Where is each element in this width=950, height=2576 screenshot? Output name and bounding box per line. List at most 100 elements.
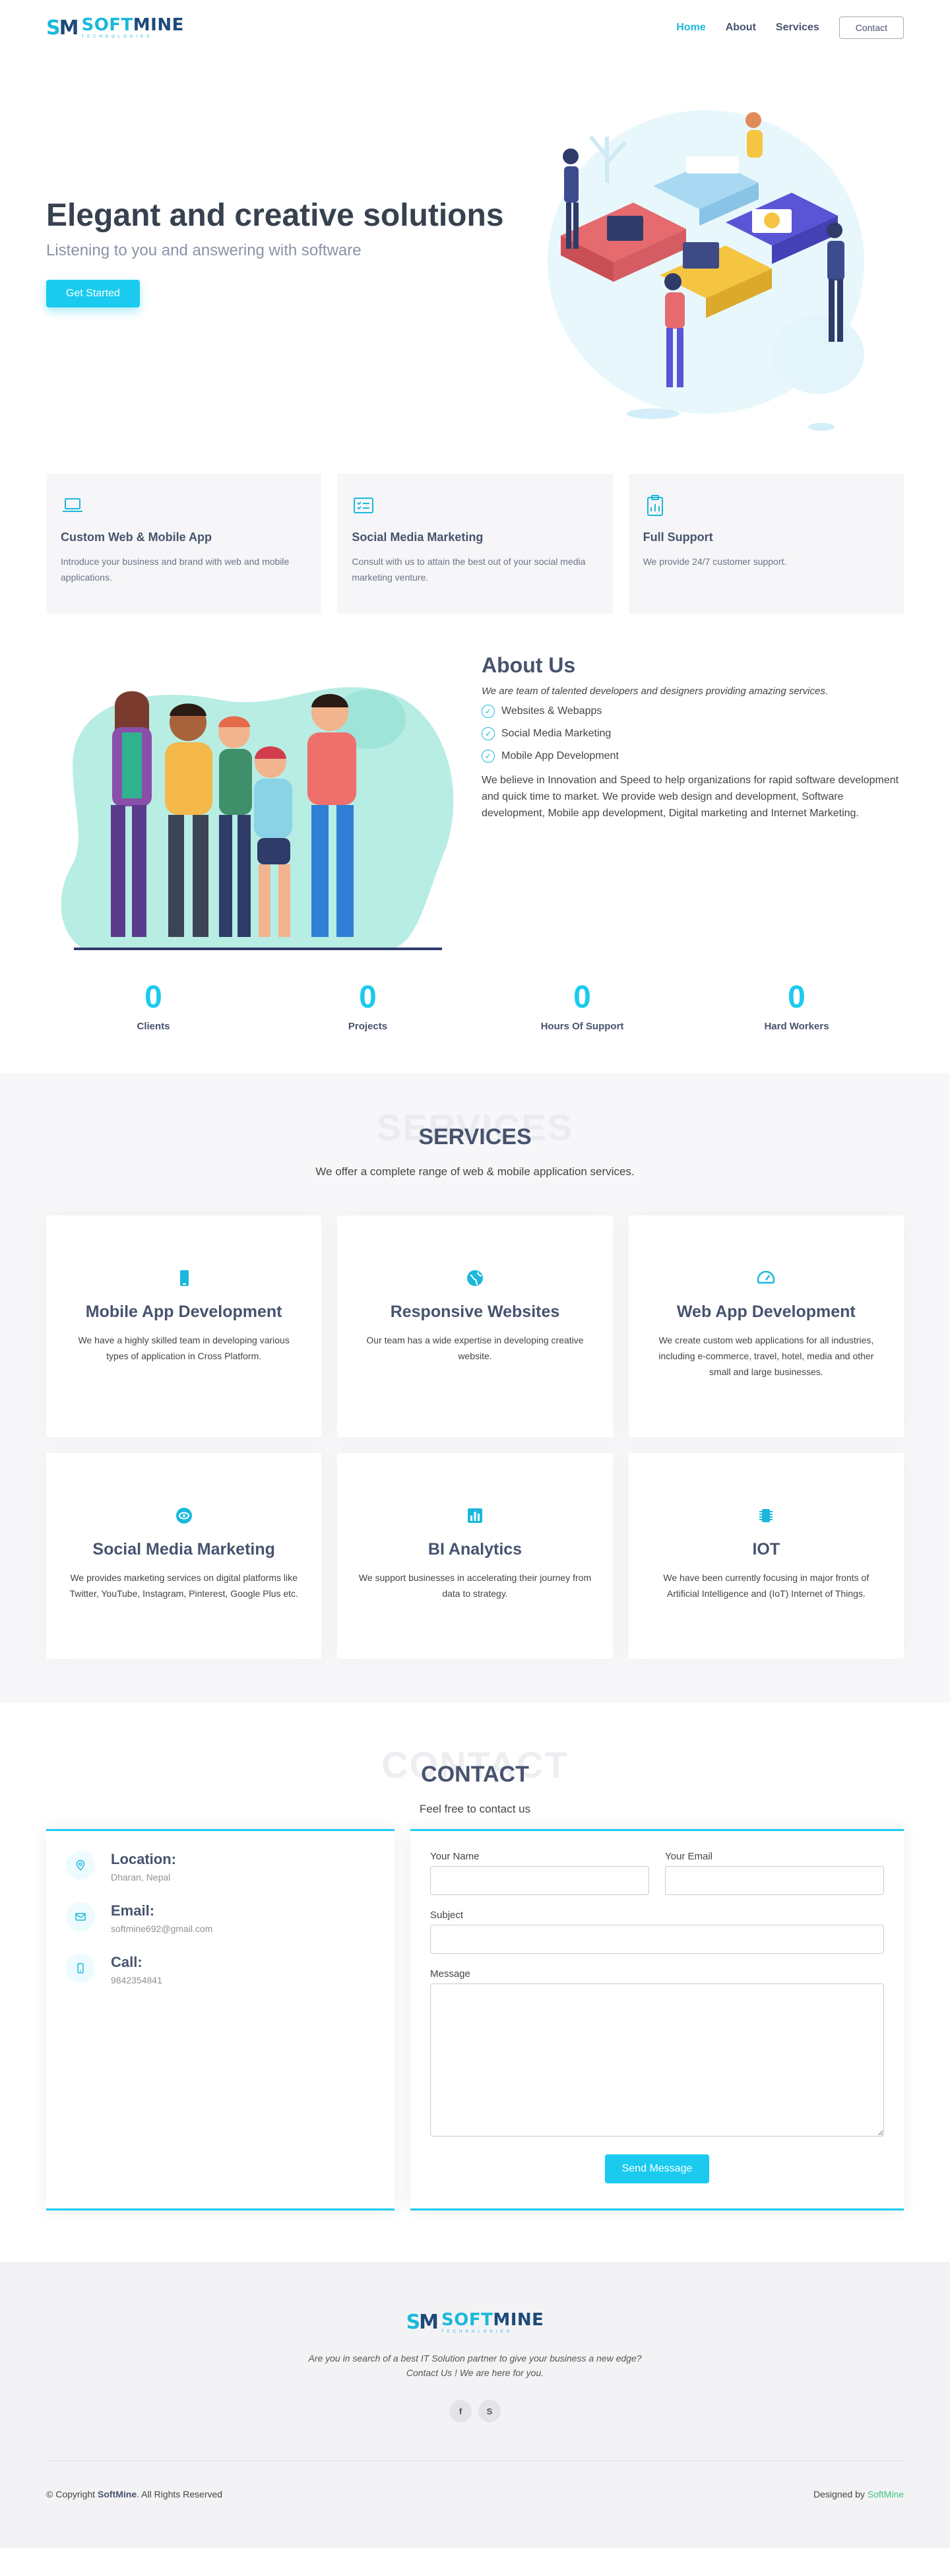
counts-section: 0 Clients 0 Projects 0 Hours Of Support 0 Ha… <box>0 955 950 1073</box>
service-card[interactable]: Social Media Marketing We provides marke… <box>46 1453 322 1659</box>
designed-by: Designed by SoftMine <box>813 2489 904 2499</box>
logo-mark: SM <box>406 2311 439 2334</box>
globe-icon <box>464 1267 486 1289</box>
service-text: We support businesses in accelerating th… <box>358 1572 592 1599</box>
nav-home[interactable]: Home <box>676 22 705 34</box>
feature-text: Consult with us to attain the best out o… <box>352 556 586 583</box>
phone-icon <box>173 1267 195 1289</box>
subject-label: Subject <box>430 1910 464 1921</box>
nav-services[interactable]: Services <box>776 22 819 34</box>
list-item: ✓ Websites & Webapps <box>482 705 904 718</box>
email-field[interactable] <box>665 1866 884 1895</box>
count-item: 0 Clients <box>75 979 233 1032</box>
hero-subtitle: Listening to you and answering with soft… <box>46 242 362 259</box>
service-title: Mobile App Development <box>85 1303 282 1321</box>
contact-subtitle: Feel free to contact us <box>419 1803 531 1815</box>
check-circle-icon: ✓ <box>482 705 495 718</box>
services-section: SERVICES SERVICES We offer a complete ra… <box>0 1073 950 1702</box>
count-item: 0 Projects <box>289 979 447 1032</box>
about-title: About Us <box>482 653 576 677</box>
footer-bottom: © Copyright SoftMine. All Rights Reserve… <box>46 2461 904 2499</box>
info-location: Location: Dharan, Nepal <box>66 1851 375 1883</box>
clipboard-chart-icon <box>643 494 667 517</box>
logo-word: SOFTMINE <box>441 2309 544 2330</box>
service-card[interactable]: IOT We have been currently focusing in m… <box>628 1453 904 1659</box>
name-label: Your Name <box>430 1851 480 1862</box>
skype-icon[interactable]: S <box>478 2400 501 2422</box>
message-label: Message <box>430 1968 470 1980</box>
logo-word: SOFTMINE <box>81 15 184 35</box>
service-text: Our team has a wide expertise in develop… <box>366 1335 584 1361</box>
service-text: We create custom web applications for al… <box>658 1335 874 1377</box>
email-label: Your Email <box>665 1851 712 1862</box>
about-section: About Us We are team of talented develop… <box>0 614 950 955</box>
share-eye-icon <box>173 1504 195 1527</box>
hero-title: Elegant and creative solutions <box>46 198 504 233</box>
laptop-icon <box>61 494 84 517</box>
about-paragraph: We believe in Innovation and Speed to he… <box>482 775 899 819</box>
team-illustration <box>46 647 455 955</box>
main-nav: Home About Services Contact <box>676 16 904 39</box>
about-checklist: ✓ Websites & Webapps ✓ Social Media Market… <box>482 705 904 763</box>
count-label: Clients <box>137 1021 170 1032</box>
feature-title: Custom Web & Mobile App <box>61 531 212 544</box>
count-number: 0 <box>788 980 806 1015</box>
site-header: SM SOFTMINE TECHNOLOGIES Home About Serv… <box>0 0 950 55</box>
send-message-button[interactable]: Send Message <box>604 2154 710 2183</box>
service-title: Web App Development <box>676 1303 856 1321</box>
info-email: Email: softmine692@gmail.com <box>66 1902 375 1934</box>
feature-card: Full Support We provide 24/7 customer su… <box>628 474 904 614</box>
chip-icon <box>755 1504 777 1527</box>
logo-mark: SM <box>46 16 79 40</box>
footer-logo[interactable]: SM SOFTMINE TECHNOLOGIES <box>406 2311 544 2334</box>
contact-info-box: Location: Dharan, Nepal Email: softmine692… <box>46 1829 395 2210</box>
contact-section: CONTACT CONTACT Feel free to contact us … <box>0 1702 950 2262</box>
count-number: 0 <box>144 980 162 1015</box>
check-circle-icon: ✓ <box>482 750 495 763</box>
logo-tagline: TECHNOLOGIES <box>81 35 153 39</box>
count-number: 0 <box>359 980 377 1015</box>
services-subtitle: We offer a complete range of web & mobil… <box>315 1165 635 1178</box>
service-card[interactable]: Web App Development We create custom web… <box>628 1215 904 1437</box>
site-footer: SM SOFTMINE TECHNOLOGIES Are you in sear… <box>0 2262 950 2548</box>
facebook-icon[interactable]: f <box>449 2400 472 2422</box>
service-text: We provides marketing services on digita… <box>69 1572 298 1599</box>
check-circle-icon: ✓ <box>482 727 495 740</box>
envelope-icon <box>66 1902 95 1931</box>
about-lead: We are team of talented developers and d… <box>482 686 829 697</box>
copyright: © Copyright SoftMine. All Rights Reserve… <box>46 2489 223 2499</box>
service-title: IOT <box>752 1540 780 1559</box>
service-card[interactable]: Responsive Websites Our team has a wide … <box>337 1215 613 1437</box>
brand-logo[interactable]: SM SOFTMINE TECHNOLOGIES <box>46 16 184 40</box>
nav-contact-button[interactable]: Contact <box>839 16 904 39</box>
feature-card: Social Media Marketing Consult with us t… <box>337 474 613 614</box>
count-item: 0 Hard Workers <box>718 979 876 1032</box>
bar-chart-icon <box>464 1504 486 1527</box>
service-text: We have a highly skilled team in develop… <box>78 1335 290 1361</box>
designer-link[interactable]: SoftMine <box>868 2489 904 2499</box>
service-card[interactable]: Mobile App Development We have a highly … <box>46 1215 322 1437</box>
get-started-button[interactable]: Get Started <box>46 280 140 307</box>
mobile-icon <box>66 1954 95 1983</box>
count-number: 0 <box>573 980 591 1015</box>
service-card[interactable]: BI Analytics We support businesses in ac… <box>337 1453 613 1659</box>
contact-form: Your Name Your Email Subject Message Sen… <box>410 1829 904 2210</box>
count-label: Hard Workers <box>764 1021 829 1032</box>
list-card-icon <box>352 494 375 517</box>
nav-about[interactable]: About <box>726 22 756 34</box>
info-call: Call: 9842354841 <box>66 1954 375 1985</box>
message-field[interactable] <box>430 1983 884 2137</box>
map-pin-icon <box>66 1851 95 1880</box>
name-field[interactable] <box>430 1866 649 1895</box>
list-item: ✓ Social Media Marketing <box>482 727 904 740</box>
service-title: BI Analytics <box>428 1540 522 1559</box>
feature-title: Full Support <box>643 531 713 544</box>
subject-field[interactable] <box>430 1925 884 1954</box>
hero-illustration <box>508 57 904 447</box>
logo-tagline: TECHNOLOGIES <box>441 2329 513 2334</box>
service-text: We have been currently focusing in major… <box>663 1572 870 1599</box>
feature-title: Social Media Marketing <box>352 531 484 544</box>
service-title: Social Media Marketing <box>92 1540 275 1559</box>
feature-text: We provide 24/7 customer support. <box>643 556 787 567</box>
service-title: Responsive Websites <box>390 1303 560 1321</box>
